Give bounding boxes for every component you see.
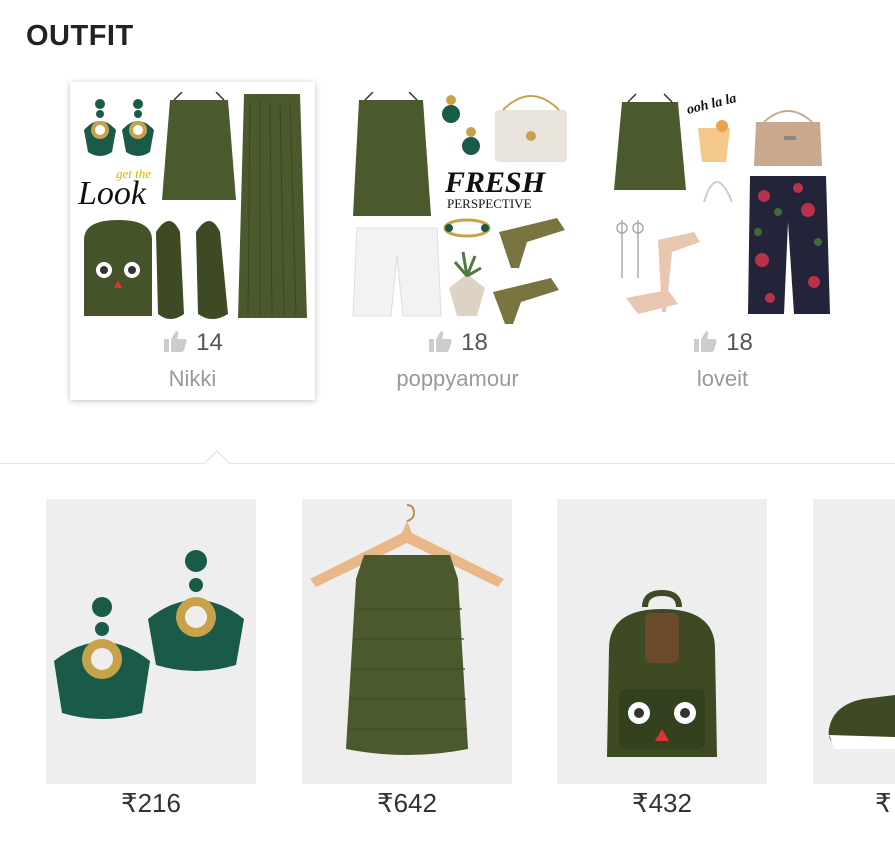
outfit-card-poppyamour[interactable]: FRESH PERSPECTIVE 18 poppyamour <box>335 82 580 400</box>
top-on-hanger-icon <box>310 504 504 755</box>
thumbs-up-icon <box>429 331 452 352</box>
svg-text:FRESH: FRESH <box>444 166 547 199</box>
product-backpack[interactable] <box>557 499 767 784</box>
product-sneaker[interactable] <box>813 499 895 784</box>
outfit-collage-image: ooh la la <box>614 92 830 314</box>
sneaker-icon <box>828 695 895 749</box>
section-title: OUTFIT <box>26 20 134 52</box>
svg-text:PERSPECTIVE: PERSPECTIVE <box>447 196 532 211</box>
like-count[interactable]: 14 <box>70 329 315 357</box>
outfit-collage-image: get the Look <box>78 92 307 319</box>
outfit-card-nikki[interactable]: get the Look 14 Nikki <box>70 82 315 400</box>
product-top[interactable] <box>302 499 512 784</box>
product-price: ₹216 <box>121 788 181 818</box>
svg-text:Look: Look <box>78 175 147 212</box>
outfit-collage-image: FRESH PERSPECTIVE <box>352 92 567 324</box>
like-count[interactable]: 18 <box>335 329 580 357</box>
product-earrings[interactable] <box>46 499 256 784</box>
like-count[interactable]: 18 <box>600 329 845 357</box>
outfit-author[interactable]: loveit <box>600 366 845 392</box>
product-price: ₹ <box>875 788 892 818</box>
outfit-carousel: get the Look 14 Nikki FRESH PERSPECTIVE … <box>0 82 895 412</box>
backpack-icon <box>607 589 717 757</box>
selected-indicator-fill <box>205 452 229 464</box>
product-price: ₹642 <box>377 788 437 818</box>
earrings-icon <box>54 550 244 719</box>
thumbs-up-icon <box>164 331 187 352</box>
product-price: ₹432 <box>632 788 692 818</box>
outfit-author[interactable]: Nikki <box>70 366 315 392</box>
svg-text:ooh la la: ooh la la <box>685 92 738 118</box>
thumbs-up-icon <box>694 331 717 352</box>
outfit-card-loveit[interactable]: ooh la la 18 loveit <box>600 82 845 400</box>
outfit-author[interactable]: poppyamour <box>335 366 580 392</box>
